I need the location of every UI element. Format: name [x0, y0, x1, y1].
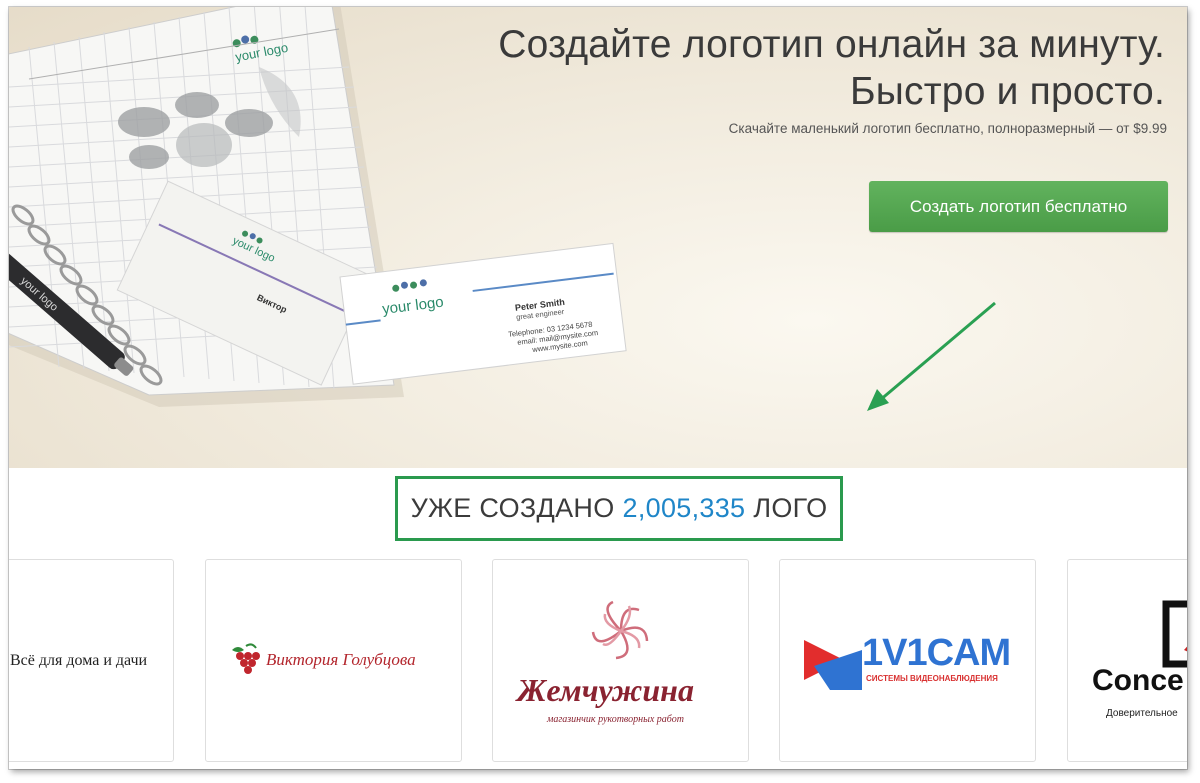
camera-play-icon	[804, 640, 862, 690]
hero-title-line-1: Создайте логотип онлайн за минуту.	[498, 23, 1165, 66]
hero-subtitle: Скачайте маленький логотип бесплатно, по…	[728, 121, 1167, 136]
swirl-flower-icon	[591, 600, 649, 660]
logo-examples-carousel: Всё для дома и дачи Виктория Голубцова Ж…	[9, 559, 1187, 769]
logo-card-text: Жемчужина	[517, 672, 694, 708]
hero-banner: your logo your logo your logo Виктор you…	[9, 7, 1187, 468]
logo-counter: УЖЕ СОЗДАНО 2,005,335 ЛОГО	[395, 476, 843, 541]
logo-card[interactable]: Жемчужина магазинчик рукотворных работ	[492, 559, 749, 762]
counter-suffix: ЛОГО	[753, 493, 828, 523]
logo-card-text: 1V1CAM	[862, 632, 1011, 674]
counter-value: 2,005,335	[622, 493, 746, 523]
page-frame: your logo your logo your logo Виктор you…	[9, 7, 1187, 769]
logo-card[interactable]: Всё для дома и дачи	[9, 559, 174, 762]
logo-card[interactable]: 1V1CAM СИСТЕМЫ ВИДЕОНАБЛЮДЕНИЯ	[779, 559, 1036, 762]
hero-title: Создайте логотип онлайн за минуту. Быстр…	[498, 21, 1165, 115]
green-arrow-icon	[867, 301, 996, 411]
counter-prefix: УЖЕ СОЗДАНО	[410, 493, 615, 523]
create-logo-free-button[interactable]: Создать логотип бесплатно	[869, 181, 1168, 232]
logo-card-text: Виктория Голубцова	[266, 650, 416, 669]
logo-card-text: Conce	[1092, 664, 1184, 697]
logo-card-text: Всё для дома и дачи	[10, 652, 148, 669]
logo-card[interactable]: Conce Доверительное	[1067, 559, 1187, 762]
logo-card[interactable]: Виктория Голубцова	[205, 559, 462, 762]
concept-shape-icon	[1162, 600, 1187, 668]
logo-card-tagline: СИСТЕМЫ ВИДЕОНАБЛЮДЕНИЯ	[866, 674, 998, 683]
hero-title-line-2: Быстро и просто.	[850, 70, 1165, 113]
grapes-icon	[232, 643, 260, 674]
logo-card-tagline: магазинчик рукотворных работ	[547, 714, 684, 725]
logo-card-tagline: Доверительное	[1106, 708, 1178, 719]
